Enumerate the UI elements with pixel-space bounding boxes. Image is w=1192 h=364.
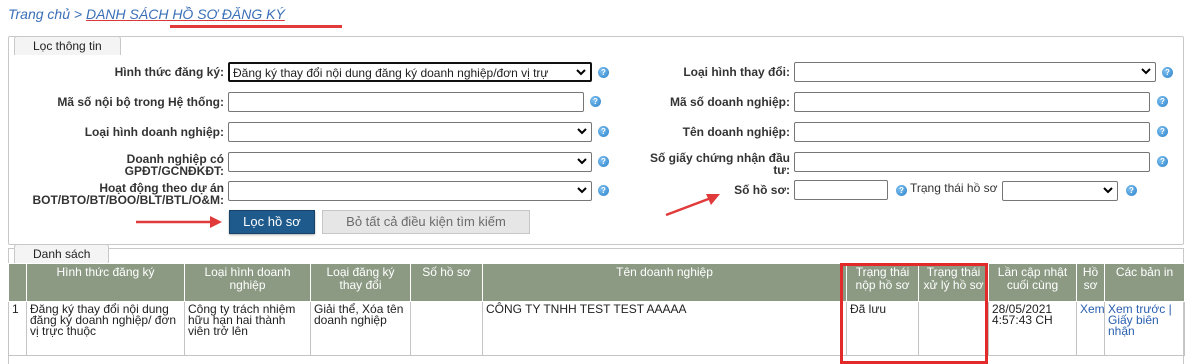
print-links[interactable]: Xem trước | Giấy biên nhận — [1104, 301, 1185, 356]
cell-enterprise-name: CÔNG TY TNHH TEST TEST AAAAA — [482, 301, 847, 356]
col-change-type: Loại đăng ký thay đổi — [310, 263, 411, 302]
list-legend: Danh sách — [14, 244, 110, 263]
col-enterprise-type: Loại hình doanh nghiệp — [184, 263, 311, 302]
cell-index: 1 — [8, 301, 27, 356]
cell-change-type: Giải thể, Xóa tên doanh nghiệp — [310, 301, 411, 356]
annotation-arrowhead-filter — [210, 216, 222, 228]
dossier-table: Hình thức đăng ký Loại hình doanh nghiệp… — [8, 263, 1185, 356]
col-last-update: Lần cập nhật cuối cùng — [988, 263, 1077, 302]
col-index — [8, 263, 27, 302]
col-prints: Các bản in — [1104, 263, 1185, 302]
col-dossier-no: Số hồ sơ — [410, 263, 483, 302]
cell-registration-form: Đăng ký thay đổi nội dung đăng ký doanh … — [26, 301, 185, 356]
cell-dossier-no — [410, 301, 483, 356]
status-columns-highlight — [840, 263, 988, 364]
col-registration-form: Hình thức đăng ký — [26, 263, 185, 302]
col-enterprise-name: Tên doanh nghiệp — [482, 263, 847, 302]
view-dossier-link[interactable]: Xem — [1076, 301, 1105, 356]
annotation-arrow-dossier — [665, 196, 712, 217]
table-header-row: Hình thức đăng ký Loại hình doanh nghiệp… — [8, 263, 1185, 302]
cell-enterprise-type: Công ty trách nhiệm hữu hạn hai thành vi… — [184, 301, 311, 356]
table-row: 1 Đăng ký thay đổi nội dung đăng ký doan… — [8, 301, 1185, 356]
col-dossier: Hồ sơ — [1076, 263, 1105, 302]
cell-last-update: 28/05/2021 4:57:43 CH — [988, 301, 1077, 356]
